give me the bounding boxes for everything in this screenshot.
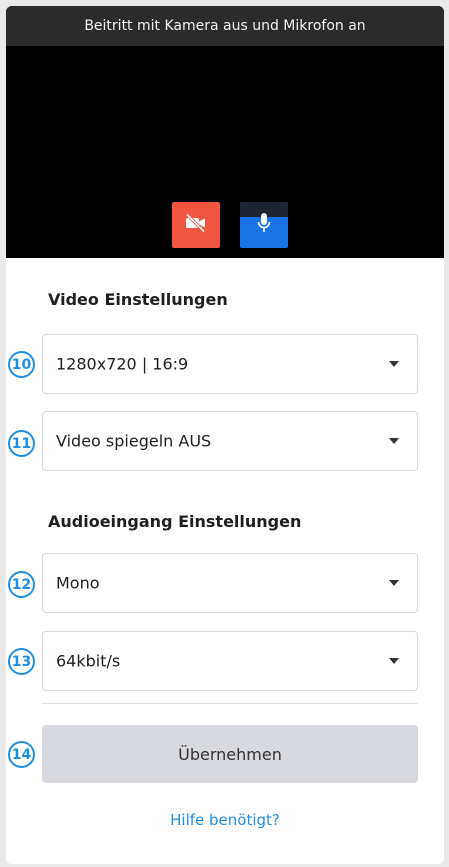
chevron-down-icon [389, 580, 399, 586]
annotation-badge: 11 [8, 430, 35, 457]
apply-button-label: Übernehmen [178, 744, 282, 764]
annotation-badge: 13 [8, 648, 35, 675]
chevron-down-icon [389, 361, 399, 367]
microphone-toggle-button[interactable] [240, 202, 288, 248]
microphone-icon [256, 212, 272, 238]
audio-channels-select[interactable]: Mono [42, 553, 418, 613]
audio-settings-title: Audioeingang Einstellungen [48, 512, 302, 531]
divider [42, 703, 418, 704]
resolution-value: 1280x720 | 16:9 [56, 354, 189, 374]
camera-toggle-button[interactable] [172, 202, 220, 248]
video-off-icon [184, 213, 208, 237]
video-settings-title: Video Einstellungen [48, 290, 228, 309]
preview-status-text: Beitritt mit Kamera aus und Mikrofon an [84, 18, 366, 34]
preview-status-bar: Beitritt mit Kamera aus und Mikrofon an [6, 6, 444, 46]
audio-channels-value: Mono [56, 573, 100, 593]
apply-button[interactable]: Übernehmen [42, 725, 418, 783]
video-preview: Beitritt mit Kamera aus und Mikrofon an [6, 6, 444, 258]
resolution-select[interactable]: 1280x720 | 16:9 [42, 334, 418, 394]
help-link[interactable]: Hilfe benötigt? [6, 811, 444, 829]
help-link-label: Hilfe benötigt? [170, 811, 280, 829]
annotation-badge: 10 [8, 351, 35, 378]
annotation-badge: 12 [8, 571, 35, 598]
audio-bitrate-value: 64kbit/s [56, 651, 121, 671]
audio-bitrate-select[interactable]: 64kbit/s [42, 631, 418, 691]
annotation-badge: 14 [8, 741, 35, 768]
join-settings-panel: Beitritt mit Kamera aus und Mikrofon an [6, 6, 444, 864]
chevron-down-icon [389, 438, 399, 444]
mirror-video-value: Video spiegeln AUS [56, 431, 212, 451]
mirror-video-select[interactable]: Video spiegeln AUS [42, 411, 418, 471]
chevron-down-icon [389, 658, 399, 664]
